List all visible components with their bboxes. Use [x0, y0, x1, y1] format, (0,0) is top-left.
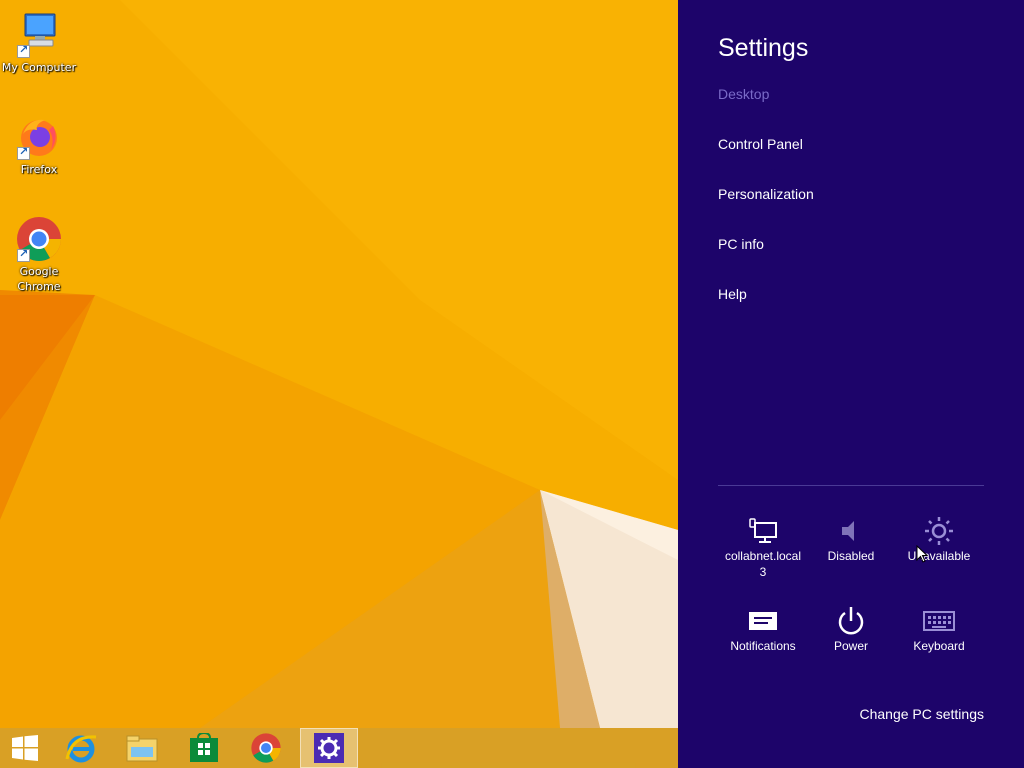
- desktop-icon-label: Firefox: [20, 163, 58, 176]
- start-button[interactable]: [0, 728, 50, 768]
- change-pc-settings-link[interactable]: Change PC settings: [859, 706, 984, 722]
- firefox-icon: [15, 112, 63, 160]
- label-line: 3: [759, 565, 767, 579]
- charm-link-personalization[interactable]: Personalization: [718, 186, 814, 202]
- keyboard-icon: [923, 611, 955, 631]
- taskbar-settings[interactable]: [300, 728, 358, 768]
- quick-setting-label: Power: [833, 639, 868, 653]
- quick-setting-label: Keyboard: [913, 639, 965, 653]
- taskbar-chrome[interactable]: [237, 728, 295, 768]
- desktop-icon-label: Google Chrome: [0, 264, 78, 294]
- quick-setting-label: Unavailable: [907, 549, 971, 563]
- label-line: Google: [19, 265, 59, 278]
- power-icon: [838, 607, 864, 635]
- file-explorer-icon: [126, 735, 158, 762]
- desktop: My Computer Firefox Google: [0, 0, 678, 728]
- volume-icon: [842, 521, 854, 541]
- desktop-icon-label: My Computer: [1, 61, 77, 74]
- charm-context-label: Desktop: [718, 86, 770, 102]
- quick-setting-volume[interactable]: Disabled: [807, 514, 895, 564]
- taskbar-file-explorer[interactable]: [113, 728, 171, 768]
- quick-setting-network[interactable]: collabnet.local 3: [719, 514, 807, 580]
- quick-setting-notifications[interactable]: Notifications: [719, 604, 807, 654]
- taskbar-internet-explorer[interactable]: [52, 728, 110, 768]
- brightness-icon: [925, 517, 953, 545]
- charm-divider: [718, 485, 984, 486]
- chrome-icon: [15, 214, 63, 262]
- quick-setting-brightness[interactable]: Unavailable: [895, 514, 983, 564]
- desktop-icon-google-chrome[interactable]: Google Chrome: [0, 214, 78, 294]
- wallpaper: [0, 0, 678, 728]
- charm-title: Settings: [718, 34, 809, 62]
- quick-setting-label: Disabled: [827, 549, 875, 563]
- mouse-cursor-icon: [916, 545, 928, 563]
- desktop-icon-firefox[interactable]: Firefox: [0, 112, 78, 177]
- charm-link-control-panel[interactable]: Control Panel: [718, 136, 803, 152]
- quick-setting-label: Notifications: [730, 639, 796, 653]
- taskbar-store[interactable]: [175, 728, 233, 768]
- settings-gear-icon: [314, 733, 344, 763]
- internet-explorer-icon: [65, 735, 97, 763]
- settings-charm-panel: Settings Desktop Control Panel Personali…: [678, 0, 1024, 768]
- quick-setting-power[interactable]: Power: [807, 604, 895, 654]
- notifications-icon: [749, 612, 777, 630]
- quick-setting-label: collabnet.local 3: [719, 548, 807, 580]
- label-line: collabnet.local: [724, 549, 802, 563]
- network-icon: [749, 518, 777, 543]
- taskbar: [0, 728, 678, 768]
- charm-link-help[interactable]: Help: [718, 286, 747, 302]
- chrome-icon: [251, 733, 281, 763]
- store-icon: [190, 733, 218, 762]
- windows-start-icon: [12, 735, 38, 761]
- label-line: Chrome: [17, 280, 61, 293]
- charm-link-pc-info[interactable]: PC info: [718, 236, 764, 252]
- desktop-icon-my-computer[interactable]: My Computer: [0, 10, 78, 75]
- my-computer-icon: [15, 10, 63, 58]
- quick-setting-keyboard[interactable]: Keyboard: [895, 604, 983, 654]
